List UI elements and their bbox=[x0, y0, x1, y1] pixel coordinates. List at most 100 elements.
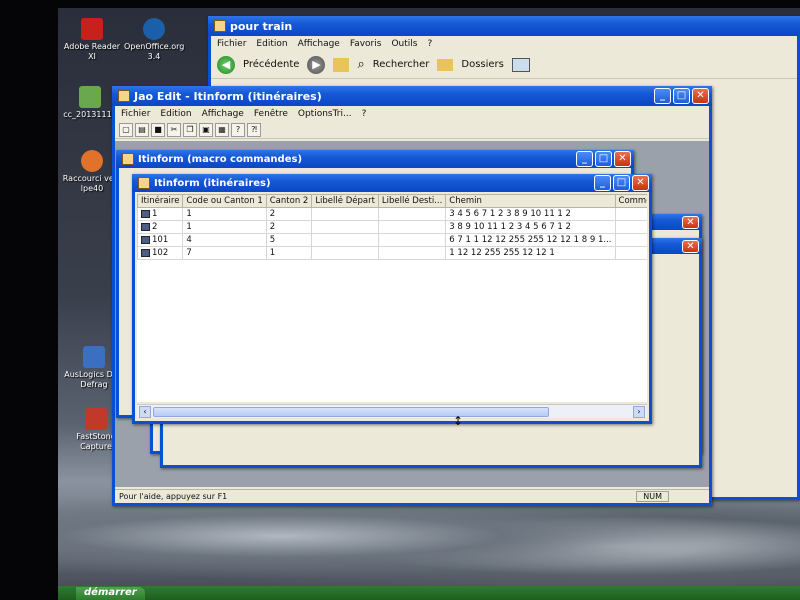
scroll-right-icon[interactable]: › bbox=[633, 406, 645, 418]
maximize-button[interactable]: □ bbox=[613, 175, 630, 191]
column-header[interactable]: Itinéraire bbox=[137, 194, 184, 208]
folder-up-icon[interactable] bbox=[333, 57, 350, 72]
paste-icon[interactable]: ▣ bbox=[199, 122, 213, 137]
close-button[interactable]: ✕ bbox=[682, 239, 699, 253]
faststone-icon bbox=[85, 408, 107, 430]
table-row[interactable]: 101 4 5 6 7 1 1 12 12 255 255 12 12 1 8 … bbox=[137, 233, 647, 247]
table-cell[interactable] bbox=[311, 246, 379, 260]
views-icon[interactable] bbox=[511, 57, 530, 72]
table-cell[interactable]: 5 bbox=[265, 233, 313, 247]
status-text: Pour l'aide, appuyez sur F1 bbox=[119, 492, 228, 501]
scrollbar-thumb[interactable] bbox=[153, 407, 549, 417]
menu-fichier[interactable]: Fichier bbox=[217, 39, 246, 49]
table-row[interactable]: 2 1 2 3 8 9 10 11 1 2 3 4 5 6 7 1 2 bbox=[137, 220, 647, 234]
folders-button[interactable]: Dossiers bbox=[461, 59, 504, 70]
macro-titlebar[interactable]: Itinform (macro commandes) _ □ ✕ bbox=[116, 150, 634, 168]
menu-favoris[interactable]: Favoris bbox=[350, 39, 382, 49]
table-cell[interactable] bbox=[614, 246, 647, 260]
table-row[interactable]: 1 1 2 3 4 5 6 7 1 2 3 8 9 10 11 1 2 bbox=[137, 207, 647, 221]
minimize-button[interactable]: _ bbox=[576, 151, 593, 167]
menu-affichage[interactable]: Affichage bbox=[202, 109, 244, 119]
table-cell[interactable] bbox=[311, 220, 379, 234]
help-icon[interactable]: ? bbox=[231, 122, 245, 137]
table-cell[interactable] bbox=[311, 233, 379, 247]
table-cell[interactable]: 4 bbox=[182, 233, 267, 247]
menu-fenetre[interactable]: Fenêtre bbox=[254, 109, 288, 119]
explorer-titlebar[interactable]: pour train bbox=[208, 16, 800, 36]
desktop-icon-adobe-reader[interactable]: Adobe Reader XI bbox=[62, 18, 122, 62]
menu-edition[interactable]: Edition bbox=[160, 109, 191, 119]
open-folder-icon[interactable]: ▤ bbox=[135, 122, 149, 137]
close-button[interactable]: ✕ bbox=[614, 151, 631, 167]
horizontal-scrollbar[interactable]: ‹ › bbox=[137, 404, 647, 418]
table-cell[interactable] bbox=[377, 246, 447, 260]
close-button[interactable]: ✕ bbox=[682, 215, 699, 229]
cut-icon[interactable]: ✂ bbox=[167, 122, 181, 137]
folder-icon bbox=[214, 20, 226, 32]
table-cell[interactable]: 102 bbox=[137, 246, 184, 260]
desktop-icon-label: OpenOffice.org 3.4 bbox=[124, 42, 185, 61]
table-cell[interactable]: 2 bbox=[137, 220, 184, 234]
table-cell[interactable] bbox=[311, 207, 379, 221]
table-cell[interactable] bbox=[377, 233, 447, 247]
table-cell[interactable]: 3 4 5 6 7 1 2 3 8 9 10 11 1 2 bbox=[445, 207, 616, 221]
menu-outils[interactable]: Outils bbox=[391, 39, 417, 49]
desktop-icon-cc[interactable]: cc_20131113 bbox=[60, 86, 120, 120]
itineraires-grid[interactable]: Itinéraire Code ou Canton 1 Canton 2 Lib… bbox=[137, 194, 647, 402]
menu-optionstri[interactable]: OptionsTri... bbox=[298, 109, 352, 119]
desktop-icon-openoffice[interactable]: OpenOffice.org 3.4 bbox=[124, 18, 184, 62]
table-cell[interactable]: 101 bbox=[137, 233, 184, 247]
table-cell[interactable] bbox=[614, 233, 647, 247]
maximize-button[interactable]: □ bbox=[673, 88, 690, 104]
column-header[interactable]: Libellé Départ bbox=[311, 194, 379, 208]
status-bar: Pour l'aide, appuyez sur F1 NUM bbox=[115, 489, 709, 503]
table-cell[interactable] bbox=[377, 207, 447, 221]
doc-icon bbox=[138, 177, 150, 189]
grid-view-icon[interactable]: ▦ bbox=[215, 122, 229, 137]
minimize-button[interactable]: _ bbox=[654, 88, 671, 104]
table-cell[interactable]: 1 bbox=[265, 246, 313, 260]
table-row[interactable]: 102 7 1 1 12 12 255 255 12 12 1 bbox=[137, 246, 647, 260]
column-header[interactable]: Canton 2 bbox=[265, 194, 313, 208]
table-cell[interactable]: 6 7 1 1 12 12 255 255 12 12 1 8 9 1... bbox=[445, 233, 616, 247]
table-cell[interactable]: 3 8 9 10 11 1 2 3 4 5 6 7 1 2 bbox=[445, 220, 616, 234]
menu-affichage[interactable]: Affichage bbox=[298, 39, 340, 49]
table-cell[interactable]: 1 12 12 255 255 12 12 1 bbox=[445, 246, 616, 260]
table-cell[interactable] bbox=[614, 220, 647, 234]
itineraires-table: Itinéraire Code ou Canton 1 Canton 2 Lib… bbox=[137, 194, 647, 260]
table-cell[interactable]: 2 bbox=[265, 207, 313, 221]
menu-fichier[interactable]: Fichier bbox=[121, 109, 150, 119]
menu-help[interactable]: ? bbox=[362, 109, 367, 119]
window-title: pour train bbox=[230, 19, 293, 33]
back-button[interactable]: Précédente bbox=[243, 59, 299, 70]
copy-icon[interactable]: ❐ bbox=[183, 122, 197, 137]
back-arrow-icon[interactable]: ◀ bbox=[217, 55, 235, 74]
menu-help[interactable]: ? bbox=[427, 39, 432, 49]
table-cell[interactable]: 1 bbox=[137, 207, 184, 221]
table-cell[interactable] bbox=[377, 220, 447, 234]
search-button[interactable]: Rechercher bbox=[373, 59, 430, 70]
minimize-button[interactable]: _ bbox=[594, 175, 611, 191]
column-header[interactable]: Libellé Desti... bbox=[377, 194, 447, 208]
start-button[interactable]: démarrer bbox=[76, 587, 145, 600]
save-icon[interactable]: ■ bbox=[151, 122, 165, 137]
table-cell[interactable]: 1 bbox=[182, 220, 267, 234]
new-file-icon[interactable]: ▢ bbox=[119, 122, 133, 137]
maximize-button[interactable]: □ bbox=[595, 151, 612, 167]
forward-arrow-icon[interactable]: ▶ bbox=[307, 55, 326, 74]
table-cell[interactable] bbox=[614, 207, 647, 221]
context-help-icon[interactable]: ⁈ bbox=[247, 122, 261, 137]
table-cell[interactable]: 2 bbox=[265, 220, 313, 234]
table-cell[interactable]: 1 bbox=[182, 207, 267, 221]
column-header[interactable]: Chemin bbox=[445, 194, 616, 208]
taskbar bbox=[58, 586, 800, 600]
scroll-left-icon[interactable]: ‹ bbox=[139, 406, 151, 418]
menu-edition[interactable]: Edition bbox=[256, 39, 287, 49]
close-button[interactable]: ✕ bbox=[632, 175, 649, 191]
close-button[interactable]: ✕ bbox=[692, 88, 709, 104]
itineraires-titlebar[interactable]: Itinform (itinéraires) _ □ ✕ bbox=[132, 174, 652, 192]
column-header[interactable]: Code ou Canton 1 bbox=[182, 194, 267, 208]
column-header[interactable]: Commentaire bbox=[614, 194, 647, 208]
jaoedit-titlebar[interactable]: Jao Edit - Itinform (itinéraires) _ □ ✕ bbox=[112, 86, 712, 106]
table-cell[interactable]: 7 bbox=[182, 246, 267, 260]
